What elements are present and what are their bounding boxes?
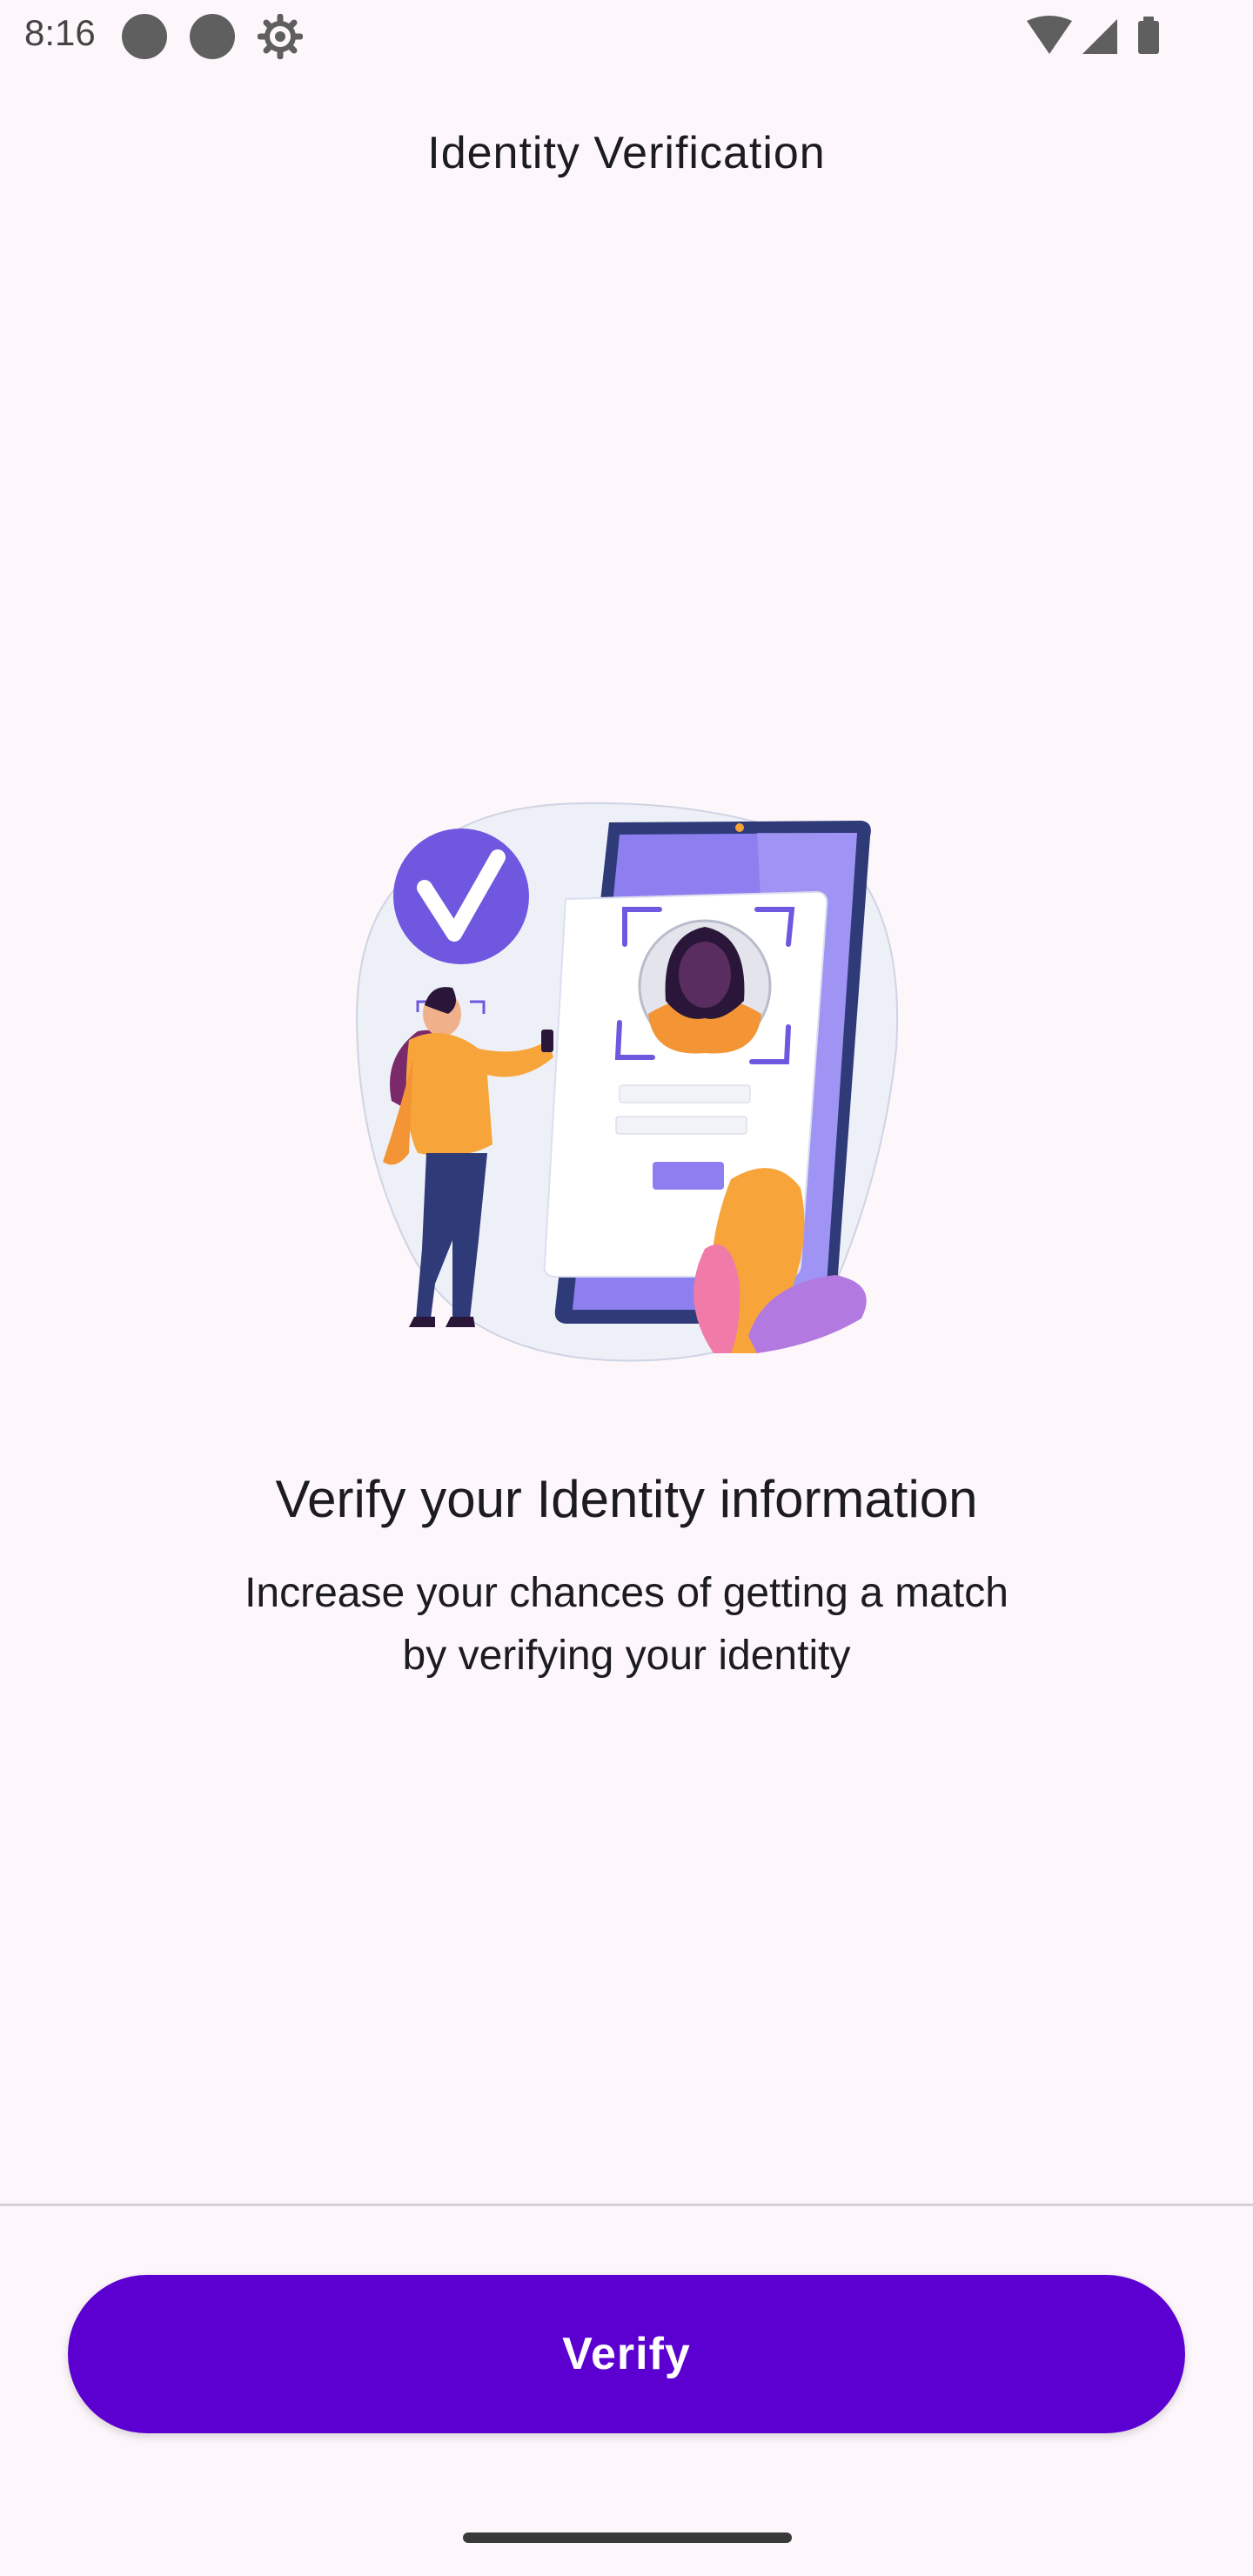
system-status-icons — [1027, 16, 1159, 54]
subtitle-line: Increase your chances of getting a match — [245, 1570, 1008, 1616]
bottom-divider — [0, 2204, 1253, 2206]
subtitle-line: by verifying your identity — [402, 1633, 851, 1679]
home-indicator[interactable] — [463, 2532, 792, 2543]
verify-button[interactable]: Verify — [68, 2275, 1185, 2433]
status-time: 8:16 — [24, 12, 96, 53]
identity-verification-illustration — [355, 802, 899, 1362]
wifi-icon — [1027, 16, 1072, 54]
identity-verification-screen: 8:16 Identity Verification Verify your I… — [0, 0, 1253, 2576]
notification-dot-icon — [122, 14, 167, 59]
headline: Verify your Identity information — [275, 1470, 978, 1528]
cellular-signal-icon — [1082, 19, 1117, 54]
status-bar: 8:16 — [0, 0, 1253, 73]
page-title: Identity Verification — [427, 128, 826, 178]
notification-dot-icon — [190, 14, 235, 59]
subtitle: Increase your chances of getting a match… — [174, 1562, 1079, 1687]
battery-icon — [1138, 21, 1159, 54]
settings-gear-icon — [258, 14, 303, 59]
